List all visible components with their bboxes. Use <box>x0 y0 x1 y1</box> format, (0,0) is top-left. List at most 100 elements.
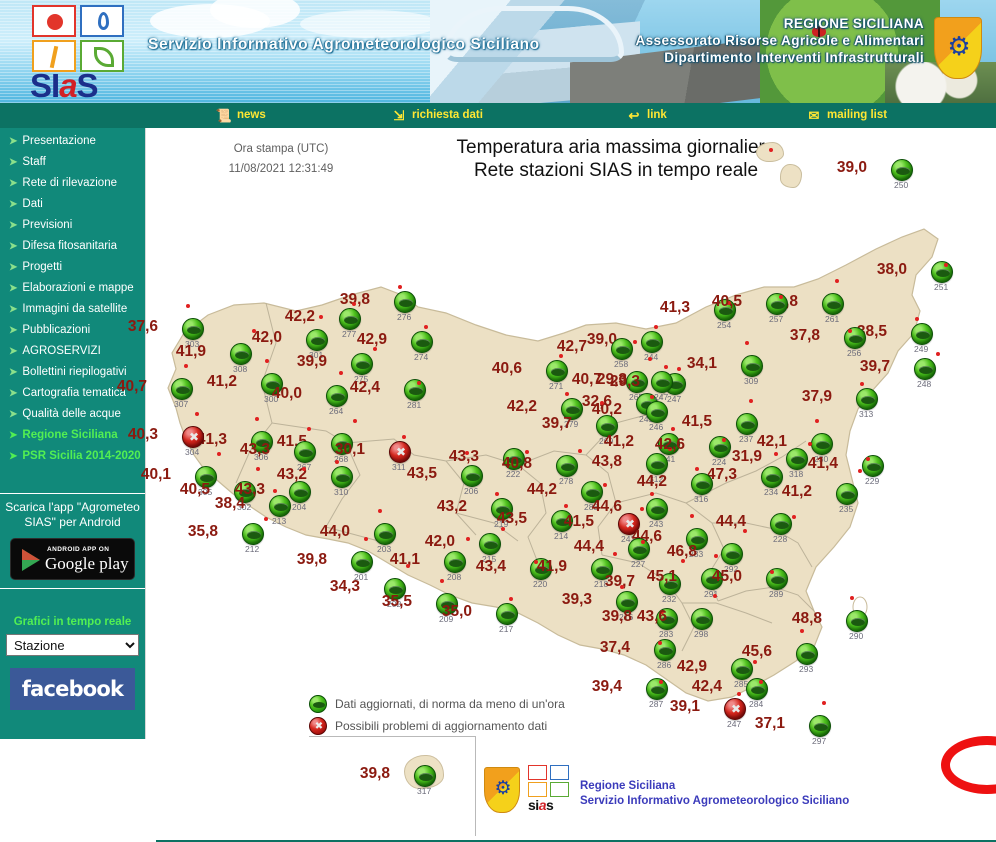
station-value: 34,3 <box>329 578 360 595</box>
sidebar-item-psr-sicilia-2014-2020[interactable]: ➤ PSR Sicilia 2014-2020 <box>0 446 145 467</box>
station-value: 41,9 <box>175 343 206 360</box>
sidebar-item-qualit-delle-acque[interactable]: ➤ Qualità delle acque <box>0 404 145 425</box>
station-id: 247 <box>667 394 682 404</box>
station-value: 41,1 <box>389 551 420 568</box>
station-value: 39,1 <box>669 698 700 715</box>
station-marker-ok-icon <box>709 436 731 458</box>
station-marker-ok-icon <box>646 678 668 700</box>
facebook-button[interactable]: facebook <box>10 668 135 710</box>
station-select[interactable]: Stazione <box>6 634 139 656</box>
station-sensor-dot <box>402 435 406 439</box>
station-value: 44,4 <box>715 513 746 530</box>
sias-logo[interactable]: SIaS <box>26 5 136 103</box>
station-value: 40,7 <box>116 378 147 395</box>
station-sensor-dot <box>264 517 268 521</box>
station-sensor-dot <box>759 680 763 684</box>
station-sensor-dot <box>352 302 356 306</box>
station-id: 212 <box>245 544 260 554</box>
station-id: 278 <box>559 476 574 486</box>
station-value: 41,9 <box>536 558 567 575</box>
station-marker-ok-icon <box>289 481 311 503</box>
station-id: 293 <box>799 664 814 674</box>
station-value: 44,0 <box>319 523 350 540</box>
station-marker-ok-icon <box>496 603 518 625</box>
station-id: 247 <box>727 719 742 729</box>
sidebar-item-difesa-fitosanitaria[interactable]: ➤ Difesa fitosanitaria <box>0 236 145 257</box>
station-sensor-dot <box>335 460 339 464</box>
sicily-temperature-map[interactable]: 38,025141,826138,524941,325440,525737,82… <box>117 183 996 794</box>
map-title-block: Temperatura aria massima giornaliera Ret… <box>346 137 886 182</box>
station-value: 43,3 <box>239 441 270 458</box>
station-marker-ok-icon <box>171 378 193 400</box>
station-sensor-dot <box>648 357 652 361</box>
map-title-line-2: Rete stazioni SIAS in tempo reale <box>473 160 759 181</box>
sidebar-item-label: Pubblicazioni <box>22 324 91 336</box>
sidebar-item-presentazione[interactable]: ➤ Presentazione <box>0 131 145 152</box>
station-sensor-dot <box>800 629 804 633</box>
sidebar-item-previsioni[interactable]: ➤ Previsioni <box>0 215 145 236</box>
station-id: 229 <box>865 476 880 486</box>
station-marker-ok-icon <box>914 358 936 380</box>
station-value: 41,3 <box>659 299 690 316</box>
sidebar-item-pubblicazioni[interactable]: ➤ Pubblicazioni <box>0 320 145 341</box>
station-id: 316 <box>694 494 709 504</box>
station-sensor-dot <box>466 537 470 541</box>
sidebar-item-label: Immagini da satellite <box>22 303 128 315</box>
station-value: 37,8 <box>789 327 820 344</box>
station-sensor-dot <box>713 594 717 598</box>
station-marker-ok-icon <box>351 353 373 375</box>
island-shape <box>756 142 784 162</box>
sidebar-item-elaborazioni-e-mappe[interactable]: ➤ Elaborazioni e mappe <box>0 278 145 299</box>
station-id: 258 <box>614 359 629 369</box>
station-sensor-dot <box>501 527 505 531</box>
station-sensor-dot <box>745 341 749 345</box>
station-id: 297 <box>812 736 827 746</box>
sidebar-item-staff[interactable]: ➤ Staff <box>0 152 145 173</box>
chevron-right-icon: ➤ <box>9 220 18 231</box>
station-sensor-dot <box>613 552 617 556</box>
station-marker-ok-icon <box>641 331 663 353</box>
chevron-right-icon: ➤ <box>9 304 18 315</box>
sidebar-item-dati[interactable]: ➤ Dati <box>0 194 145 215</box>
print-time-label: Ora stampa (UTC) <box>233 143 329 155</box>
nav-item-richiesta-dati[interactable]: ⇲ richiesta dati <box>390 103 483 128</box>
sidebar-item-regione-siciliana[interactable]: ➤ Regione Siciliana <box>0 425 145 446</box>
station-value: 39,8 <box>601 608 632 625</box>
sidebar-item-immagini-da-satellite[interactable]: ➤ Immagini da satellite <box>0 299 145 320</box>
legend-row-alert: Possibili problemi di aggiornamento dati <box>309 715 639 737</box>
chevron-right-icon: ➤ <box>9 262 18 273</box>
station-value: 43,3 <box>448 448 479 465</box>
station-sensor-dot <box>184 364 188 368</box>
station-id: 311 <box>392 462 406 472</box>
google-play-badge[interactable]: ANDROID APP ON Google play <box>10 538 135 580</box>
station-sensor-dot <box>681 559 685 563</box>
chevron-right-icon: ➤ <box>9 388 18 399</box>
station-id: 228 <box>773 534 788 544</box>
legend-label-alert: Possibili problemi di aggiornamento dati <box>335 719 548 733</box>
banner-title: Servizio Informativo Agrometeorologico S… <box>148 36 540 53</box>
trinacria-icon: ⚙ <box>947 31 971 61</box>
station-value: 42,7 <box>556 338 587 355</box>
nav-item-mailing-list[interactable]: ✉ mailing list <box>805 103 888 128</box>
station-value: 40,1 <box>140 466 171 483</box>
sidebar-item-agroservizi[interactable]: ➤ AGROSERVIZI <box>0 341 145 362</box>
google-play-large-label: Google play <box>45 554 129 573</box>
station-value: 40,0 <box>271 385 302 402</box>
station-sensor-dot <box>690 514 694 518</box>
station-sensor-dot <box>792 515 796 519</box>
print-time-value: 11/08/2021 12:31:49 <box>228 163 334 175</box>
sidebar-item-rete-di-rilevazione[interactable]: ➤ Rete di rilevazione <box>0 173 145 194</box>
map-legend: Dati aggiornati, di norma da meno di un'… <box>309 693 639 737</box>
station-value: 41,2 <box>603 433 634 450</box>
station-value: 42,2 <box>506 398 537 415</box>
station-value: 45,0 <box>711 568 742 585</box>
station-value: 41,5 <box>563 513 594 530</box>
sidebar-item-progetti[interactable]: ➤ Progetti <box>0 257 145 278</box>
station-marker-ok-icon <box>911 323 933 345</box>
chevron-right-icon: ➤ <box>9 346 18 357</box>
station-marker-ok-icon <box>461 465 483 487</box>
nav-item-news[interactable]: 📜 news <box>215 103 266 128</box>
station-marker-ok-icon <box>809 715 831 737</box>
nav-item-link[interactable]: ↩ link <box>625 103 667 128</box>
station-marker-ok-icon <box>646 498 668 520</box>
